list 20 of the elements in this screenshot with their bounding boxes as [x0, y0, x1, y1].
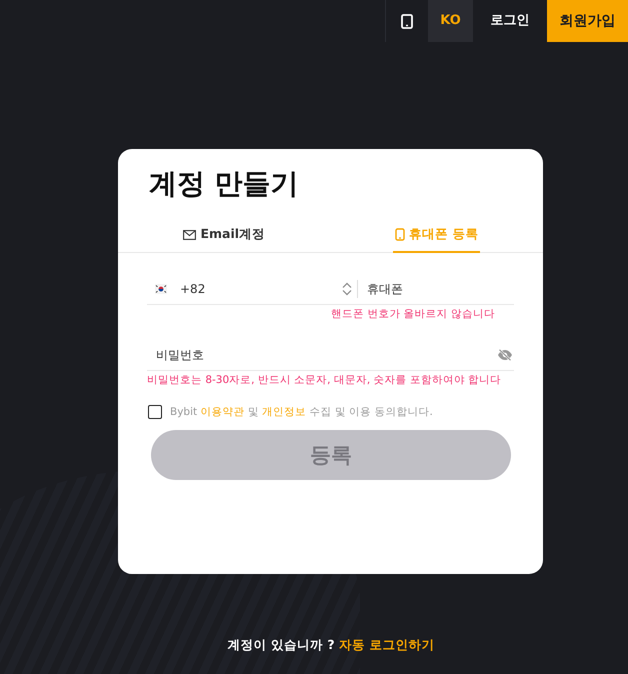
signup-button[interactable]: 회원가입	[547, 0, 628, 42]
auto-login-link[interactable]: 자동 로그인하기	[338, 637, 434, 652]
mail-icon	[183, 230, 196, 240]
hide-password-icon[interactable]	[497, 349, 513, 362]
login-link[interactable]: 로그인	[473, 0, 547, 42]
country-code-select[interactable]: +82	[180, 280, 352, 298]
language-button[interactable]: KO	[428, 0, 473, 42]
agreement-text: Bybit 이용약관 및 개인정보 수집 및 이용 동의합니다.	[170, 404, 433, 420]
phone-icon	[395, 228, 406, 242]
error-message: 핸드폰 번호가 올바르지 않습니다	[330, 306, 496, 321]
login-prompt: 계정이 있습니까 ?	[228, 637, 335, 652]
page-title: 계정 만들기	[149, 167, 300, 201]
checkbox[interactable]	[148, 405, 162, 420]
error-message: 비밀번호는 8-30자로, 반드시 소문자, 대문자, 숫자를 포함하여야 합니다	[147, 372, 502, 387]
tab[interactable]: Email계정	[181, 218, 268, 253]
phone-icon	[401, 14, 413, 28]
phone-input[interactable]: 휴대폰	[367, 280, 514, 298]
flag-icon	[155, 284, 167, 294]
password-input[interactable]: 비밀번호	[147, 346, 497, 364]
sort-icon	[342, 282, 352, 296]
